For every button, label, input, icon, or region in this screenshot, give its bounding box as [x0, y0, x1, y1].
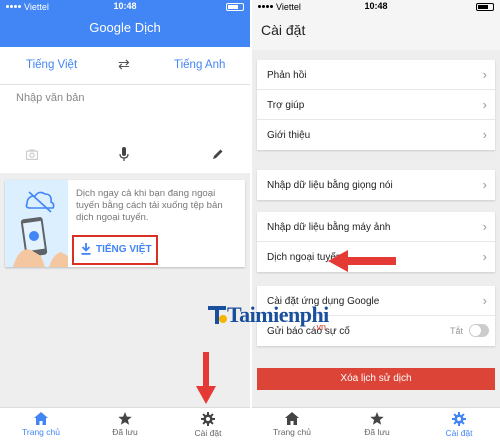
left-arrow-annotation — [328, 250, 396, 272]
chevron-right-icon: › — [482, 127, 487, 142]
chevron-right-icon: › — [482, 219, 487, 234]
text-input-area[interactable]: Nhập văn bản — [0, 85, 250, 173]
chevron-right-icon: › — [482, 293, 487, 308]
offline-illustration — [5, 180, 68, 267]
microphone-icon[interactable] — [119, 147, 129, 162]
tab-settings-label: Cài đặt — [445, 428, 473, 438]
tab-home-label: Trang chủ — [273, 427, 311, 437]
bottom-tab-bar: Trang chủ Đã lưu Cài đặt — [0, 407, 250, 445]
chevron-right-icon: › — [482, 177, 487, 192]
clear-history-button[interactable]: Xóa lịch sử dịch — [257, 368, 495, 390]
settings-row-voice-input[interactable]: Nhập dữ liệu bằng giọng nói › — [257, 170, 495, 200]
home-icon — [34, 412, 48, 425]
tab-saved[interactable]: Đã lưu — [347, 412, 407, 437]
download-label: TIẾNG VIỆT — [96, 244, 152, 255]
tab-settings[interactable]: Cài đặt — [429, 412, 489, 438]
source-language-button[interactable]: Tiếng Việt — [26, 59, 77, 71]
crash-report-toggle[interactable] — [469, 324, 489, 337]
crash-report-value: Tắt — [449, 326, 463, 336]
offline-message: Dịch ngay cả khi bạn đang ngoại tuyến bằ… — [76, 188, 223, 223]
swap-languages-icon[interactable]: ⇄ — [118, 56, 130, 73]
target-language-button[interactable]: Tiếng Anh — [174, 59, 225, 71]
page-title: Cài đặt — [261, 22, 306, 38]
settings-screen: Viettel 10:48 Cài đặt Phản hồi › Trợ giúp… — [252, 0, 500, 445]
translate-home-screen: Viettel 10:48 Google Dịch Tiếng Việt ⇄ T… — [0, 0, 250, 445]
tab-saved[interactable]: Đã lưu — [95, 412, 155, 437]
settings-group-app: Cài đặt ứng dụng Google › Gửi báo cáo sự … — [257, 286, 495, 346]
star-icon — [370, 412, 384, 425]
tab-home-label: Trang chủ — [22, 427, 60, 437]
gear-icon — [452, 412, 466, 426]
settings-row-crash-reports[interactable]: Gửi báo cáo sự cố Tắt — [257, 316, 495, 346]
settings-row-google-app-settings[interactable]: Cài đặt ứng dụng Google › — [257, 286, 495, 316]
row-label: Cài đặt ứng dụng Google — [267, 296, 380, 307]
tab-saved-label: Đã lưu — [364, 427, 390, 437]
clock: 10:48 — [113, 1, 137, 11]
row-label: Nhập dữ liệu bằng giọng nói — [267, 180, 393, 191]
gear-icon — [201, 412, 215, 426]
battery-icon — [476, 3, 494, 11]
settings-header: Viettel 10:48 Cài đặt — [252, 0, 500, 50]
home-icon — [285, 412, 299, 425]
battery-icon — [226, 3, 244, 11]
camera-icon[interactable] — [26, 149, 38, 160]
settings-row-feedback[interactable]: Phản hồi › — [257, 60, 495, 90]
row-label: Giới thiệu — [267, 130, 311, 141]
settings-row-about[interactable]: Giới thiệu › — [257, 120, 495, 150]
chevron-right-icon: › — [482, 97, 487, 112]
down-arrow-annotation — [196, 352, 216, 404]
tab-saved-label: Đã lưu — [112, 427, 138, 437]
clock: 10:48 — [364, 1, 388, 11]
status-bar: Viettel 10:48 — [252, 0, 500, 14]
tab-home[interactable]: Trang chủ — [262, 412, 322, 437]
input-placeholder: Nhập văn bản — [16, 92, 85, 104]
app-title: Google Dịch — [89, 20, 161, 35]
settings-group-help: Phản hồi › Trợ giúp › Giới thiệu › — [257, 60, 495, 150]
status-bar: Viettel 10:48 — [0, 0, 250, 14]
row-label: Gửi báo cáo sự cố — [267, 326, 350, 337]
download-vietnamese-button[interactable]: TIẾNG VIỆT — [72, 235, 158, 265]
row-label: Phản hồi — [267, 70, 307, 81]
app-header: Viettel 10:48 Google Dịch — [0, 0, 250, 47]
tab-home[interactable]: Trang chủ — [11, 412, 71, 437]
settings-row-camera-input[interactable]: Nhập dữ liệu bằng máy ảnh › — [257, 212, 495, 242]
row-label: Trợ giúp — [267, 100, 305, 111]
settings-row-help[interactable]: Trợ giúp › — [257, 90, 495, 120]
bottom-tab-bar: Trang chủ Đã lưu Cài đặt — [252, 407, 500, 445]
handwriting-icon[interactable] — [212, 148, 224, 160]
row-label: Nhập dữ liệu bằng máy ảnh — [267, 222, 391, 233]
chevron-right-icon: › — [482, 249, 487, 264]
language-bar: Tiếng Việt ⇄ Tiếng Anh — [0, 47, 250, 85]
tab-settings-label: Cài đặt — [194, 428, 222, 438]
download-icon — [81, 243, 91, 255]
tab-settings[interactable]: Cài đặt — [178, 412, 238, 438]
offline-download-card: Dịch ngay cả khi bạn đang ngoại tuyến bằ… — [5, 180, 245, 267]
star-icon — [118, 412, 132, 425]
settings-group-voice: Nhập dữ liệu bằng giọng nói › — [257, 170, 495, 200]
chevron-right-icon: › — [482, 67, 487, 82]
